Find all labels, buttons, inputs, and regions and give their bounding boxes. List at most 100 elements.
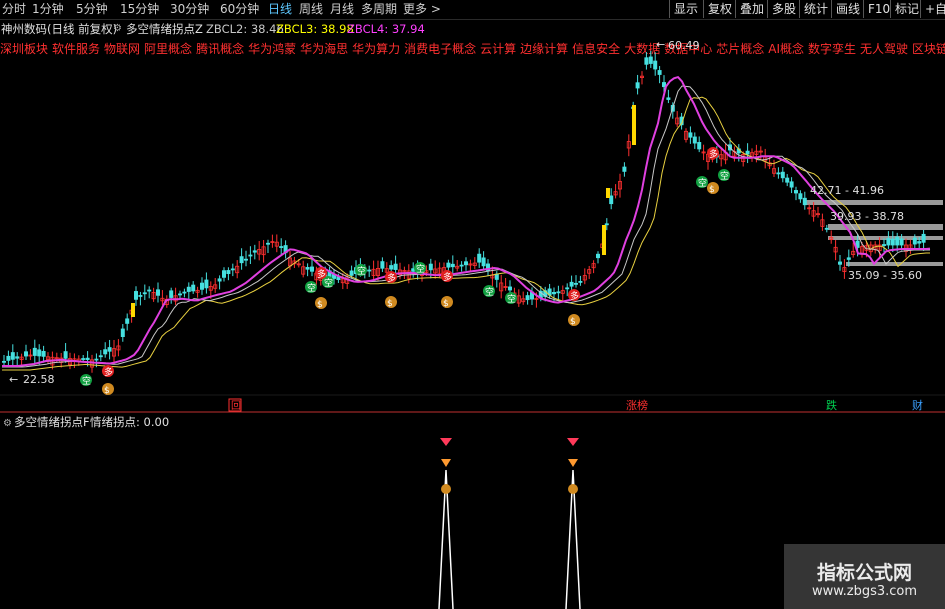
- candle-body: [2, 360, 7, 363]
- money-bag-icon-text: $: [104, 386, 110, 396]
- candle-body: [191, 284, 196, 292]
- support-label-1: 42.71 - 41.96: [810, 184, 884, 197]
- candle-body: [138, 295, 143, 297]
- support-band-3: [828, 236, 943, 240]
- ma-lines: [2, 75, 931, 371]
- candle-body: [622, 166, 627, 172]
- candle-body: [692, 136, 697, 144]
- candle-body: [125, 318, 130, 324]
- candle-body: [802, 197, 807, 206]
- candle-body: [604, 223, 609, 226]
- event-badge-zhangbang[interactable]: 涨榜: [626, 398, 648, 412]
- candle-body: [15, 356, 20, 359]
- ma-magenta-line: [2, 75, 931, 367]
- candle-body: [574, 282, 579, 285]
- candle-body: [552, 292, 557, 295]
- candle-body: [81, 358, 86, 360]
- bull-signal-icon-text: 空: [416, 263, 425, 275]
- bull-signal-icon-text: 空: [307, 282, 316, 294]
- candle-body: [648, 56, 653, 64]
- candle-body: [477, 253, 482, 263]
- limit-up-bar: [131, 303, 135, 317]
- candle-body: [459, 264, 464, 267]
- candle-body: [507, 286, 512, 291]
- candle-body: [204, 279, 209, 289]
- candle-body: [446, 262, 451, 268]
- candle-body: [107, 347, 112, 352]
- money-bag-icon-text: $: [317, 300, 323, 310]
- ma-gray-line: [2, 85, 930, 368]
- candle-body: [221, 270, 226, 278]
- candle-body: [494, 273, 499, 280]
- limit-up-bar: [632, 105, 636, 145]
- candle-body: [525, 295, 530, 301]
- bear-signal-icon-text: 多: [570, 290, 579, 302]
- event-badge-cai[interactable]: 财: [912, 398, 923, 412]
- candle-body: [578, 281, 583, 283]
- candle-body: [186, 286, 191, 292]
- price-low-label: 22.58: [23, 373, 55, 386]
- candle-body: [230, 268, 235, 271]
- candle-body: [199, 282, 204, 290]
- candle-body: [10, 352, 15, 360]
- candle-body: [450, 263, 455, 268]
- candle-body: [367, 269, 372, 272]
- limit-up-bar: [602, 225, 606, 255]
- candle-body: [226, 270, 231, 275]
- support-label-3: 35.09 - 35.60: [848, 269, 922, 282]
- event-badge-hui[interactable]: 回: [231, 400, 241, 412]
- support-label-2: 39.93 - 38.78: [830, 210, 904, 223]
- bear-signal-icon-text: 多: [443, 271, 452, 283]
- money-bag-icon-text: $: [570, 317, 576, 327]
- candle-body: [248, 254, 253, 257]
- candlestick-series: [2, 50, 926, 373]
- candle-body: [305, 267, 310, 270]
- candle-body: [569, 281, 574, 287]
- diamond-icon: [567, 438, 579, 446]
- candle-body: [882, 244, 887, 246]
- candle-body: [824, 227, 829, 230]
- bear-signal-icon-text: 多: [317, 268, 326, 280]
- candle-body: [349, 270, 354, 276]
- event-badge-die[interactable]: 跌: [826, 398, 837, 412]
- candle-body: [252, 250, 257, 253]
- candle-body: [846, 257, 851, 260]
- money-bag-icon-text: $: [387, 299, 393, 309]
- money-bag-icon: [441, 484, 451, 494]
- candle-body: [169, 290, 174, 298]
- candle-body: [785, 177, 790, 183]
- candle-body: [838, 261, 843, 265]
- candle-body: [279, 246, 284, 248]
- candle-body: [657, 70, 662, 75]
- candle-body: [98, 355, 103, 358]
- money-bag-icon-text: $: [709, 185, 715, 195]
- sub-settings-icon[interactable]: ⚙: [3, 418, 12, 429]
- candle-body: [481, 257, 486, 267]
- candle-body: [609, 195, 614, 205]
- bull-signal-icon-text: 空: [720, 170, 729, 182]
- kline-chart[interactable]: 空空 空空 空空空空空多多多多多多$$ $ $$$ ← 60.49 ← 22.58 42…: [0, 0, 945, 609]
- candle-body: [886, 238, 891, 246]
- candle-body: [37, 349, 42, 357]
- candle-body: [309, 266, 314, 272]
- candle-body: [103, 349, 108, 355]
- bear-signal-icon-text: 多: [709, 148, 718, 160]
- candle-body: [182, 291, 187, 294]
- watermark: 指标公式网 www.zbgs3.com: [784, 544, 945, 609]
- candle-body: [912, 237, 917, 245]
- candle-body: [890, 238, 895, 246]
- watermark-title: 指标公式网: [816, 562, 912, 584]
- candle-body: [635, 82, 640, 89]
- sub-indicator-name: 多空情绪拐点F: [14, 415, 90, 429]
- candle-body: [895, 236, 900, 246]
- candle-body: [745, 150, 750, 155]
- candle-body: [428, 263, 433, 271]
- bear-signal-icon-text: 多: [387, 272, 396, 284]
- candle-body: [776, 172, 781, 175]
- candle-body: [899, 238, 904, 246]
- candle-body: [217, 278, 222, 282]
- candle-body: [120, 328, 125, 338]
- candle-body: [644, 57, 649, 65]
- bull-signal-icon-text: 空: [507, 293, 516, 305]
- ma-yellow-line: [2, 96, 930, 371]
